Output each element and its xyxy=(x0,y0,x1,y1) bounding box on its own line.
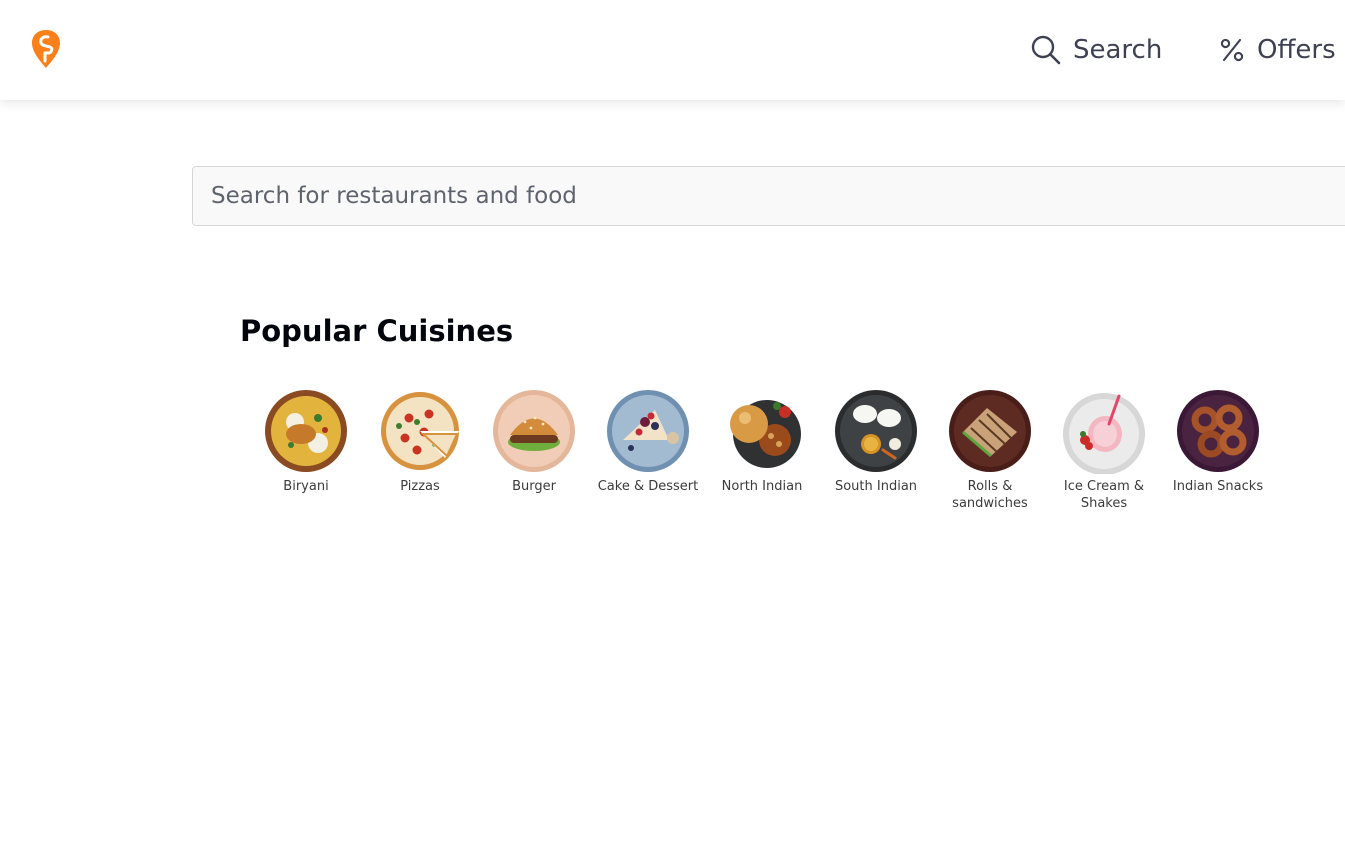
sandwich-icon xyxy=(949,390,1031,472)
cuisine-label: Pizzas xyxy=(400,479,440,494)
cuisine-label: Rolls & sandwiches xyxy=(952,479,1028,511)
biryani-icon xyxy=(265,390,347,472)
top-header: Search Offers xyxy=(0,0,1345,100)
cuisine-item-cake-dessert[interactable]: Cake & Dessert xyxy=(591,388,705,512)
cuisine-label: Indian Snacks xyxy=(1172,479,1264,494)
north-indian-icon xyxy=(730,400,801,468)
percent-icon xyxy=(1219,37,1245,63)
nav-offers-label: Offers xyxy=(1257,35,1336,65)
brand-logo-icon[interactable] xyxy=(30,28,62,70)
cuisine-label: Biryani xyxy=(283,479,329,494)
cuisine-item-indian-snacks[interactable]: Indian Snacks xyxy=(1161,388,1275,512)
indian-snacks-icon xyxy=(1177,390,1259,472)
cuisine-item-north-indian[interactable]: North Indian xyxy=(705,388,819,512)
cuisine-label: Cake & Dessert xyxy=(597,479,699,494)
south-indian-icon xyxy=(835,390,917,472)
cake-icon xyxy=(607,390,689,472)
cuisine-item-south-indian[interactable]: South Indian xyxy=(819,388,933,512)
pizza-icon xyxy=(381,392,459,470)
ice-cream-icon xyxy=(1063,393,1145,474)
cuisine-label: South Indian xyxy=(834,479,918,494)
cuisine-item-biryani[interactable]: Biryani xyxy=(249,388,363,512)
search-input[interactable] xyxy=(192,166,1345,226)
cuisine-item-rolls-sandwiches[interactable]: Rolls & sandwiches xyxy=(933,388,1047,512)
nav-offers[interactable]: Offers xyxy=(1219,30,1336,70)
cuisine-item-ice-cream-shakes[interactable]: Ice Cream & Shakes xyxy=(1047,388,1161,512)
nav-search[interactable]: Search xyxy=(1031,30,1162,70)
cuisine-label: Burger xyxy=(512,479,556,494)
cuisine-item-pizzas[interactable]: Pizzas xyxy=(363,388,477,512)
cuisine-label: North Indian xyxy=(721,479,803,494)
burger-icon xyxy=(493,390,575,472)
cuisine-item-burger[interactable]: Burger xyxy=(477,388,591,512)
search-icon xyxy=(1031,35,1061,65)
cuisine-list: Biryani Pizzas Burger Cake & Dessert Nor… xyxy=(249,388,1275,512)
nav-search-label: Search xyxy=(1073,35,1163,65)
section-title: Popular Cuisines xyxy=(240,314,514,348)
cuisine-label: Ice Cream & Shakes xyxy=(1063,479,1145,511)
